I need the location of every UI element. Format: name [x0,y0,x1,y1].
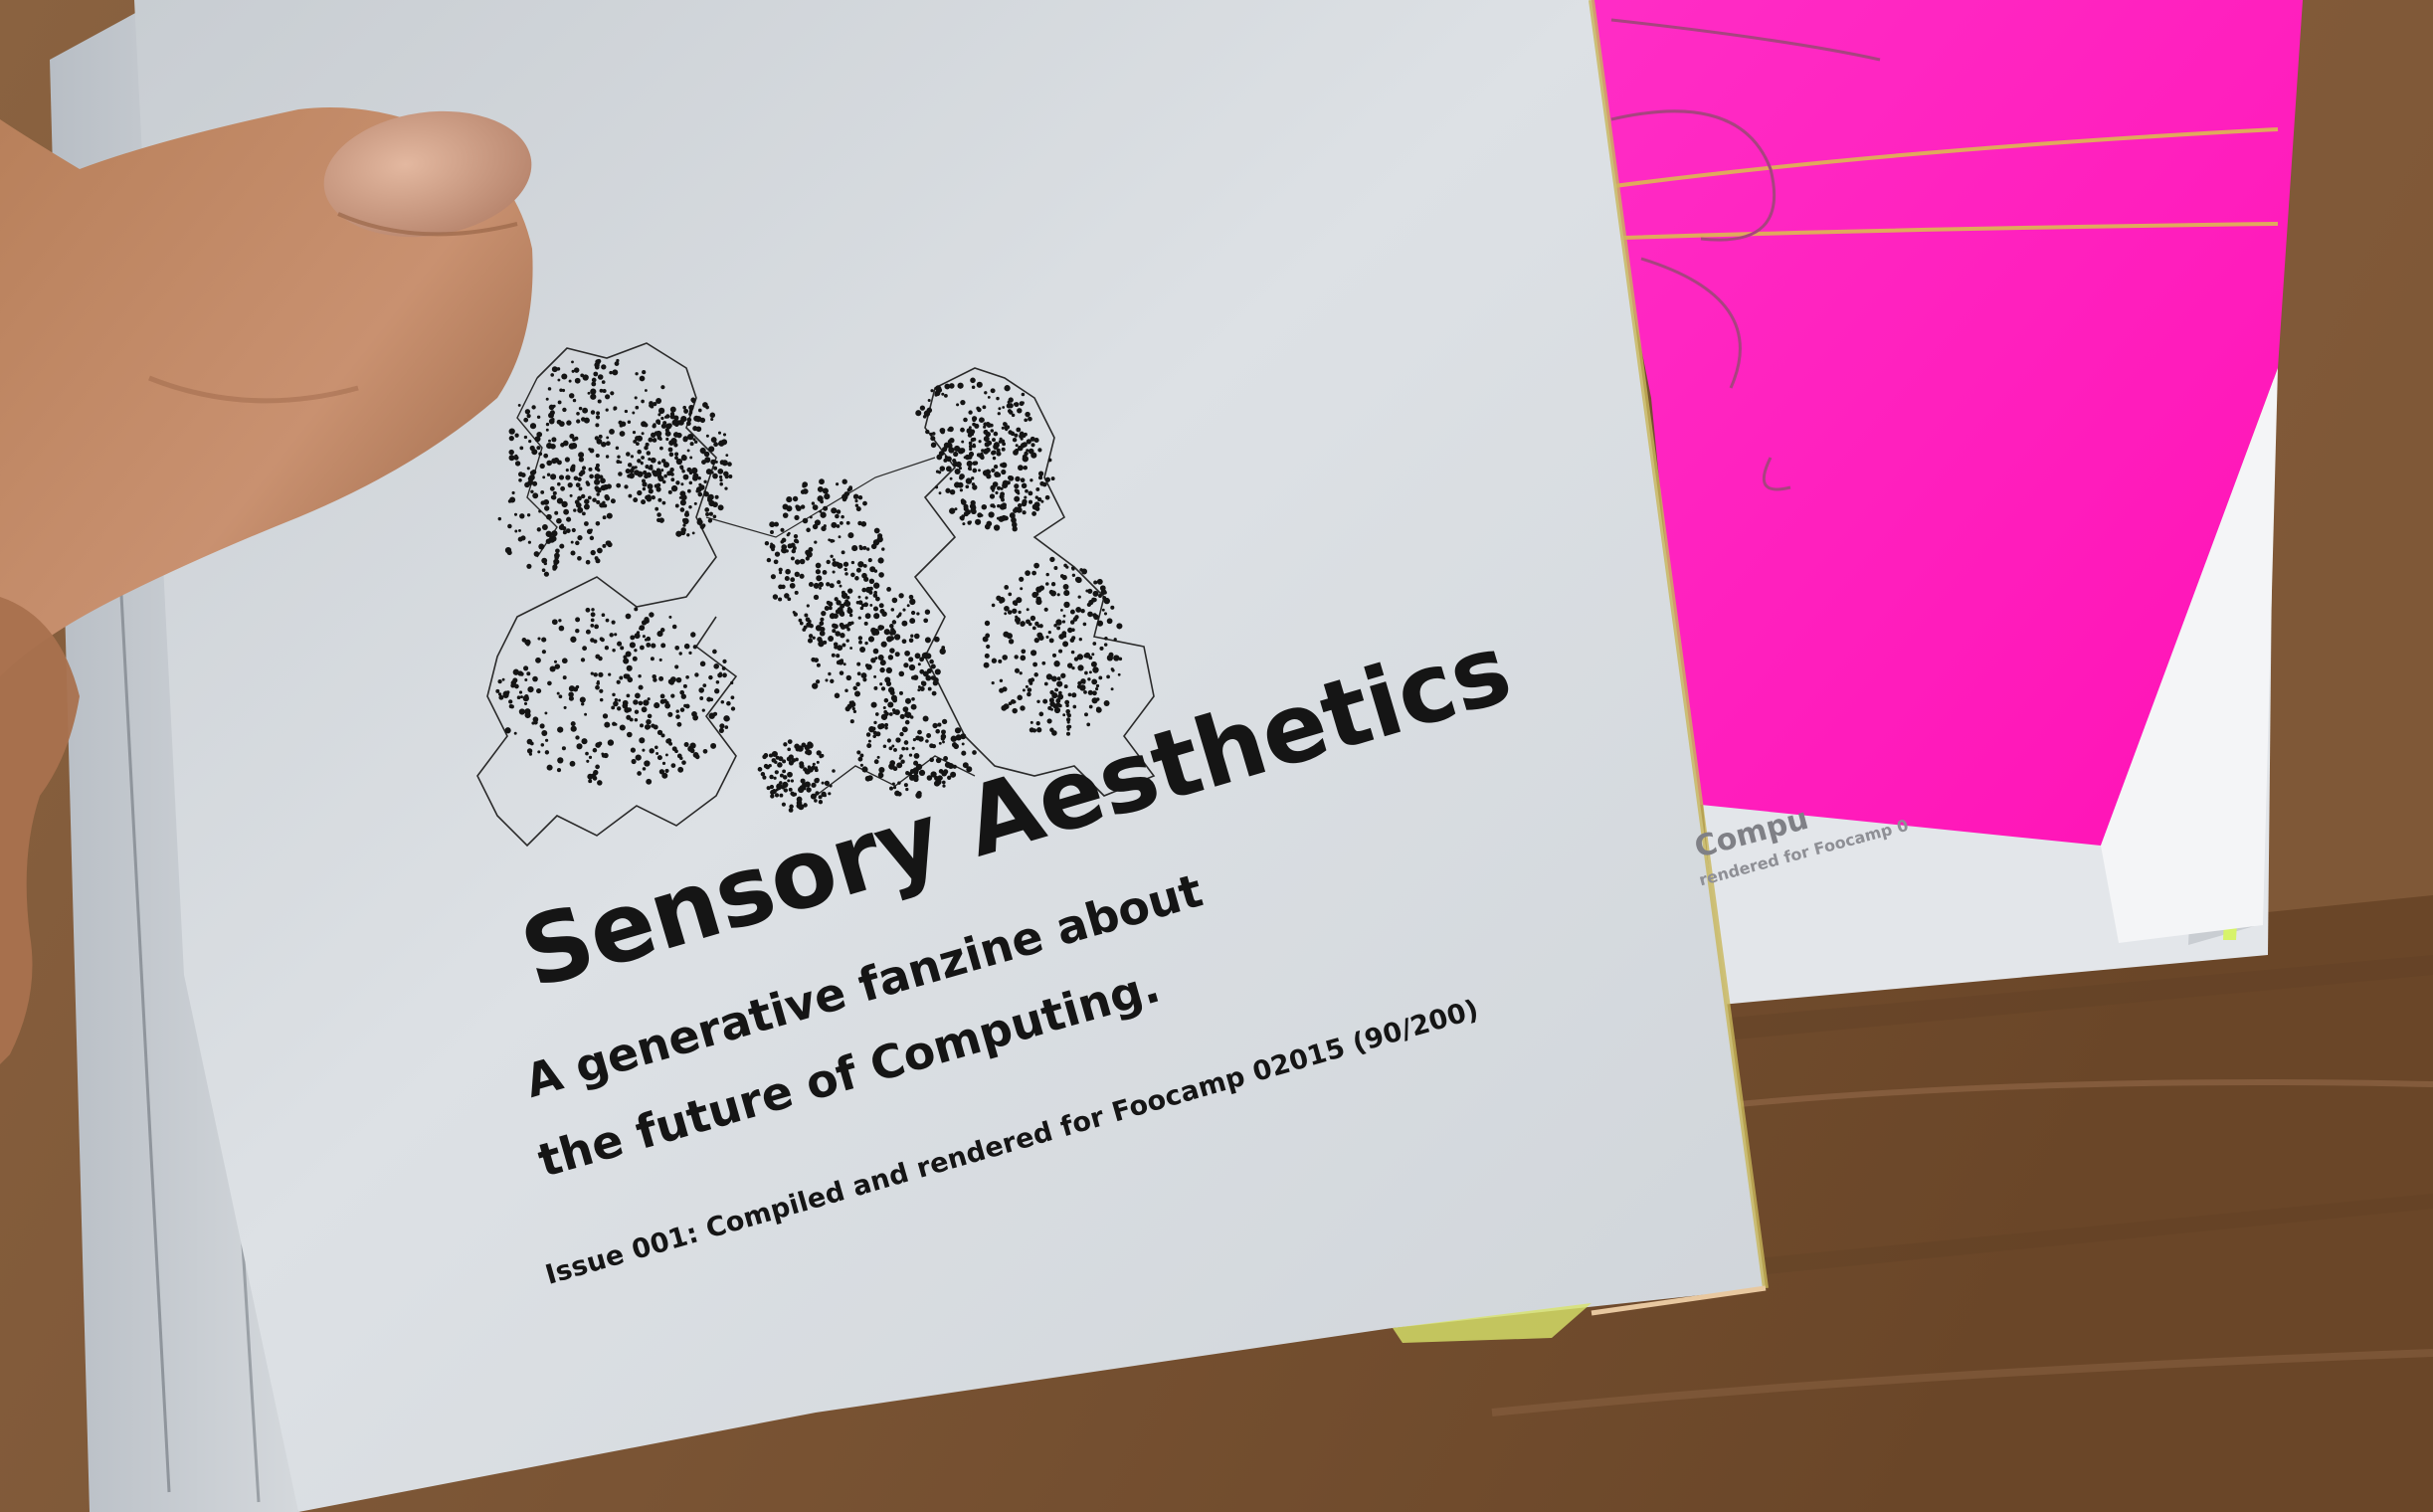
thumb [0,0,533,676]
photo-scene: Sensory Aesthetics A generative fanzine … [0,0,2433,1512]
